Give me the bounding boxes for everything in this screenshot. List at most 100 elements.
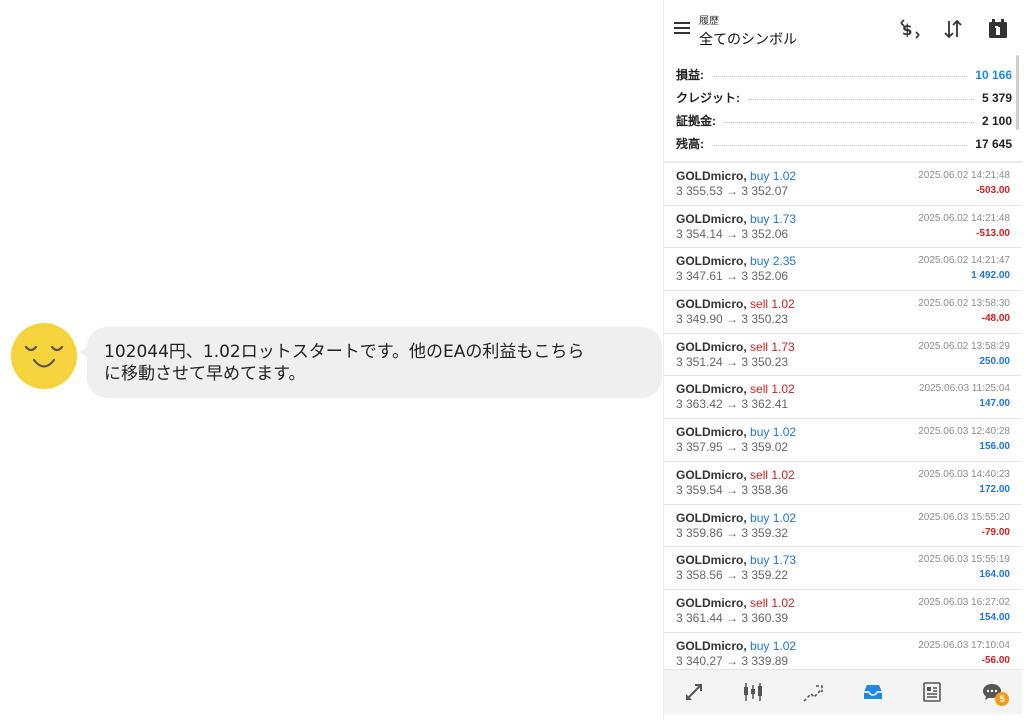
summary-label: クレジット:: [676, 91, 740, 105]
trade-direction-lot: buy 2.35: [750, 254, 797, 269]
trade-row[interactable]: GOLDmicro, sell 1.02 3 361.44 → 3 360.39 2…: [664, 590, 1022, 633]
trade-time: 2025.06.03 14:40:23: [918, 468, 1010, 480]
account-summary: 損益: 10 166 クレジット: 5 379 証拠金: 2 100 残高: 1…: [676, 63, 1012, 155]
trade-direction-lot: sell 1.02: [750, 467, 795, 482]
chat-message-line-2: に移動させて早めてます。: [104, 364, 306, 384]
trade-direction-lot: buy 1.02: [750, 510, 797, 525]
deposit-icon[interactable]: $: [898, 17, 922, 41]
header-title[interactable]: 全てのシンボル: [699, 29, 797, 49]
dotted-leader: [712, 76, 968, 77]
summary-value: 17 645: [975, 136, 1012, 151]
summary-label: 証拠金:: [676, 114, 716, 128]
sort-icon[interactable]: [941, 17, 965, 41]
symbol-name: GOLDmicro,: [676, 211, 747, 226]
trade-time: 2025.06.03 16:27:02: [918, 596, 1010, 608]
trade-history-list: GOLDmicro, buy 1.02 3 355.53 → 3 352.07 20…: [664, 161, 1022, 676]
trade-time: 2025.06.02 13:58:30: [918, 298, 1010, 310]
history-icon[interactable]: [858, 677, 888, 707]
trade-prices: 3 340.27 → 3 339.89: [676, 653, 789, 668]
summary-credit-row: クレジット: 5 379: [676, 86, 1012, 109]
menu-icon[interactable]: [674, 22, 690, 36]
trade-symbol: GOLDmicro, buy 2.35: [676, 254, 796, 268]
trade-row[interactable]: GOLDmicro, buy 1.73 3 358.56 → 3 359.22 20…: [664, 547, 1022, 590]
header-subtitle: 履歴: [699, 16, 719, 27]
trade-row[interactable]: GOLDmicro, sell 1.02 3 349.90 → 3 350.23 2…: [664, 291, 1022, 334]
trade-direction-lot: sell 1.02: [750, 595, 795, 610]
trade-row[interactable]: GOLDmicro, sell 1.02 3 359.54 → 3 358.36 2…: [664, 462, 1022, 505]
summary-value: 10 166: [975, 67, 1012, 82]
trade-profit: 154.00: [979, 611, 1010, 623]
trade-profit: 156.00: [979, 441, 1010, 453]
trade-time: 2025.06.02 14:21:48: [918, 212, 1010, 224]
trade-direction-lot: sell 1.02: [750, 297, 795, 312]
trade-symbol: GOLDmicro, sell 1.73: [676, 340, 795, 354]
trade-time: 2025.06.03 12:40:28: [918, 426, 1010, 438]
symbol-name: GOLDmicro,: [676, 467, 747, 482]
symbol-name: GOLDmicro,: [676, 297, 747, 312]
chart-icon[interactable]: [738, 677, 768, 707]
trade-time: 2025.06.03 15:55:20: [918, 511, 1010, 523]
trade-prices: 3 355.53 → 3 352.07: [676, 184, 789, 198]
chat-icon[interactable]: 5: [977, 677, 1010, 707]
smiling-face-icon: [24, 345, 64, 368]
trade-symbol: GOLDmicro, buy 1.02: [676, 169, 796, 183]
trade-symbol: GOLDmicro, buy 1.02: [676, 639, 796, 653]
trade-row[interactable]: GOLDmicro, buy 1.02 3 359.86 → 3 359.32 20…: [664, 505, 1022, 548]
trade-direction-lot: buy 1.73: [750, 553, 797, 568]
trade-time: 2025.06.03 11:25:04: [918, 383, 1010, 395]
trade-symbol: GOLDmicro, buy 1.73: [676, 212, 796, 226]
trade-time: 2025.06.02 14:21:48: [918, 170, 1010, 181]
bottom-navigation: 5: [664, 669, 1022, 714]
symbol-name: GOLDmicro,: [676, 510, 747, 525]
trade-row[interactable]: GOLDmicro, buy 1.02 3 357.95 → 3 359.02 20…: [664, 419, 1022, 462]
trade-row[interactable]: GOLDmicro, buy 1.73 3 354.14 → 3 352.06 20…: [664, 206, 1022, 249]
trade-profit: 172.00: [979, 483, 1010, 495]
trade-prices: 3 357.95 → 3 359.02: [676, 440, 789, 455]
news-icon[interactable]: [917, 677, 947, 707]
trade-profit: 250.00: [979, 355, 1010, 367]
calendar-icon[interactable]: [986, 17, 1010, 41]
trade-direction-lot: sell 1.02: [750, 382, 795, 397]
trade-prices: 3 347.61 → 3 352.06: [676, 269, 789, 284]
trade-symbol: GOLDmicro, buy 1.73: [676, 553, 796, 567]
trade-row[interactable]: GOLDmicro, sell 1.73 3 351.24 → 3 350.23 2…: [664, 334, 1022, 377]
trade-profit: -513.00: [976, 227, 1010, 239]
trade-direction-lot: buy 1.73: [750, 211, 797, 226]
trade-profit: -48.00: [981, 313, 1010, 325]
trade-prices: 3 359.54 → 3 358.36: [676, 482, 789, 497]
trade-row[interactable]: GOLDmicro, sell 1.02 3 363.42 → 3 362.41 2…: [664, 376, 1022, 420]
trade-direction-lot: buy 1.02: [750, 638, 797, 653]
trade-prices: 3 363.42 → 3 362.41: [676, 397, 789, 412]
summary-label: 残高:: [676, 137, 704, 151]
chat-badge: 5: [995, 692, 1010, 706]
trade-profit: -503.00: [976, 185, 1010, 196]
trade-prices: 3 354.14 → 3 352.06: [676, 226, 789, 241]
trade-symbol: GOLDmicro, sell 1.02: [676, 297, 795, 311]
trade-row[interactable]: GOLDmicro, buy 1.02 3 355.53 → 3 352.07 20…: [664, 163, 1022, 206]
quotes-icon[interactable]: [679, 677, 709, 707]
trade-time: 2025.06.02 14:21:47: [918, 255, 1010, 267]
summary-value: 2 100: [981, 113, 1012, 128]
trade-icon[interactable]: [798, 677, 828, 707]
app-header: 履歴 全てのシンボル $: [664, 0, 1022, 56]
symbol-name: GOLDmicro,: [676, 425, 747, 440]
trade-profit: 1 492.00: [971, 270, 1010, 282]
chat-message-bubble: 102044円、1.02ロットスタートです。他のEAの利益もこちら に移動させて…: [80, 327, 662, 398]
trade-row[interactable]: GOLDmicro, buy 2.35 3 347.61 → 3 352.06 20…: [664, 248, 1022, 292]
trade-prices: 3 351.24 → 3 350.23: [676, 354, 789, 369]
symbol-name: GOLDmicro,: [676, 595, 747, 610]
dotted-leader: [748, 99, 974, 100]
summary-label: 損益:: [676, 68, 704, 82]
chat-message-line-1: 102044円、1.02ロットスタートです。他のEAの利益もこちら: [104, 342, 585, 362]
symbol-name: GOLDmicro,: [676, 339, 747, 354]
symbol-name: GOLDmicro,: [676, 553, 747, 568]
trade-prices: 3 361.44 → 3 360.39: [676, 610, 789, 625]
trade-direction-lot: buy 1.02: [750, 169, 797, 183]
trade-symbol: GOLDmicro, sell 1.02: [676, 382, 795, 396]
dotted-leader: [724, 122, 974, 123]
scrollbar[interactable]: [1016, 55, 1019, 130]
symbol-name: GOLDmicro,: [676, 169, 747, 183]
trade-time: 2025.06.02 13:58:29: [918, 340, 1010, 352]
trade-prices: 3 349.90 → 3 350.23: [676, 312, 789, 327]
summary-profit-row: 損益: 10 166: [676, 63, 1012, 86]
